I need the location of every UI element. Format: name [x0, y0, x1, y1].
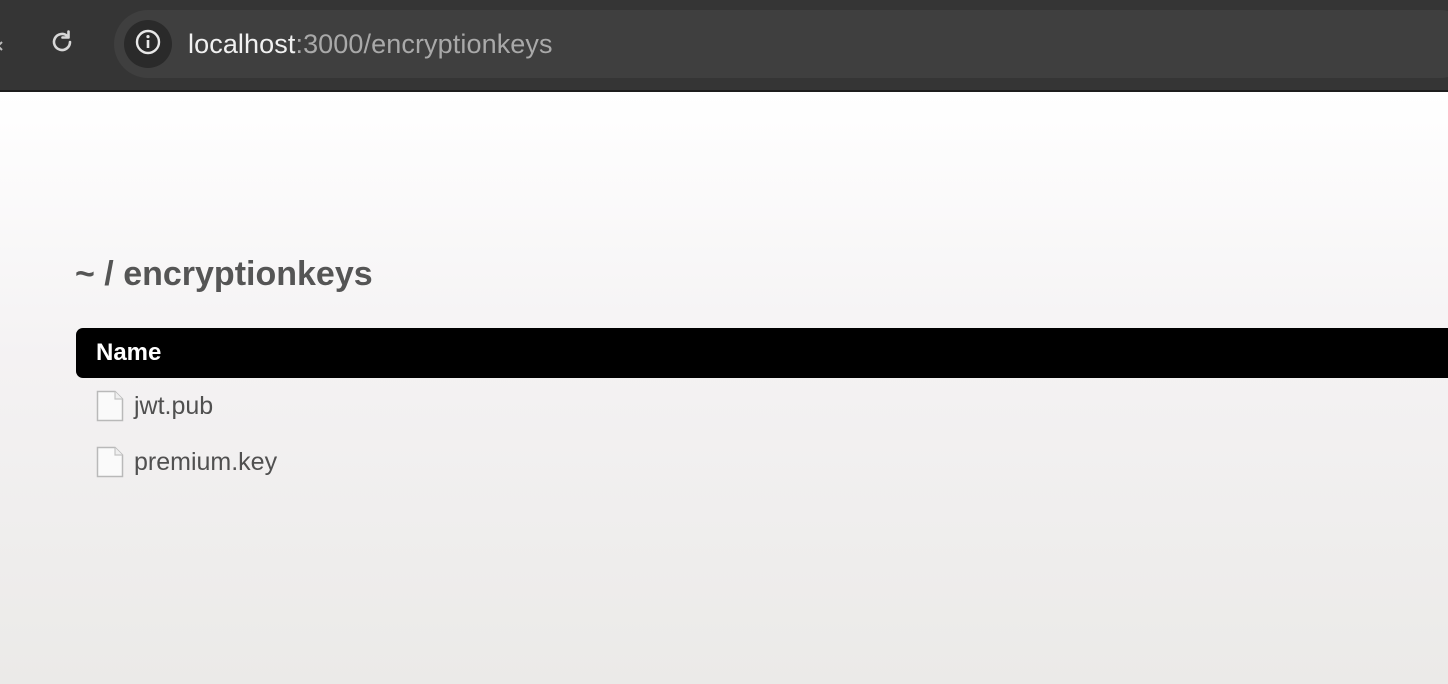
file-icon — [96, 390, 124, 422]
file-icon — [96, 446, 124, 478]
file-name-link[interactable]: jwt.pub — [134, 392, 213, 421]
site-info-button[interactable] — [124, 20, 172, 68]
info-icon — [134, 28, 162, 61]
file-table: Name jwt.pub premium.key — [76, 328, 1448, 490]
file-row[interactable]: jwt.pub — [76, 378, 1448, 434]
back-arrow-icon[interactable] — [0, 38, 4, 51]
file-name-link[interactable]: premium.key — [134, 448, 277, 477]
table-header: Name — [76, 328, 1448, 378]
url-text[interactable]: localhost:3000/encryptionkeys — [188, 10, 553, 78]
reload-button[interactable] — [42, 24, 82, 64]
url-path: :3000/encryptionkeys — [295, 29, 553, 59]
reload-icon — [48, 28, 76, 61]
address-bar[interactable]: localhost:3000/encryptionkeys — [114, 10, 1448, 78]
url-host: localhost — [188, 29, 296, 59]
directory-listing-page: ~ / encryptionkeys Name jwt.pub premium.… — [0, 92, 1448, 684]
file-row[interactable]: premium.key — [76, 434, 1448, 490]
breadcrumb: ~ / encryptionkeys — [75, 255, 373, 293]
column-header-name: Name — [96, 339, 162, 366]
browser-toolbar: localhost:3000/encryptionkeys — [0, 0, 1448, 92]
